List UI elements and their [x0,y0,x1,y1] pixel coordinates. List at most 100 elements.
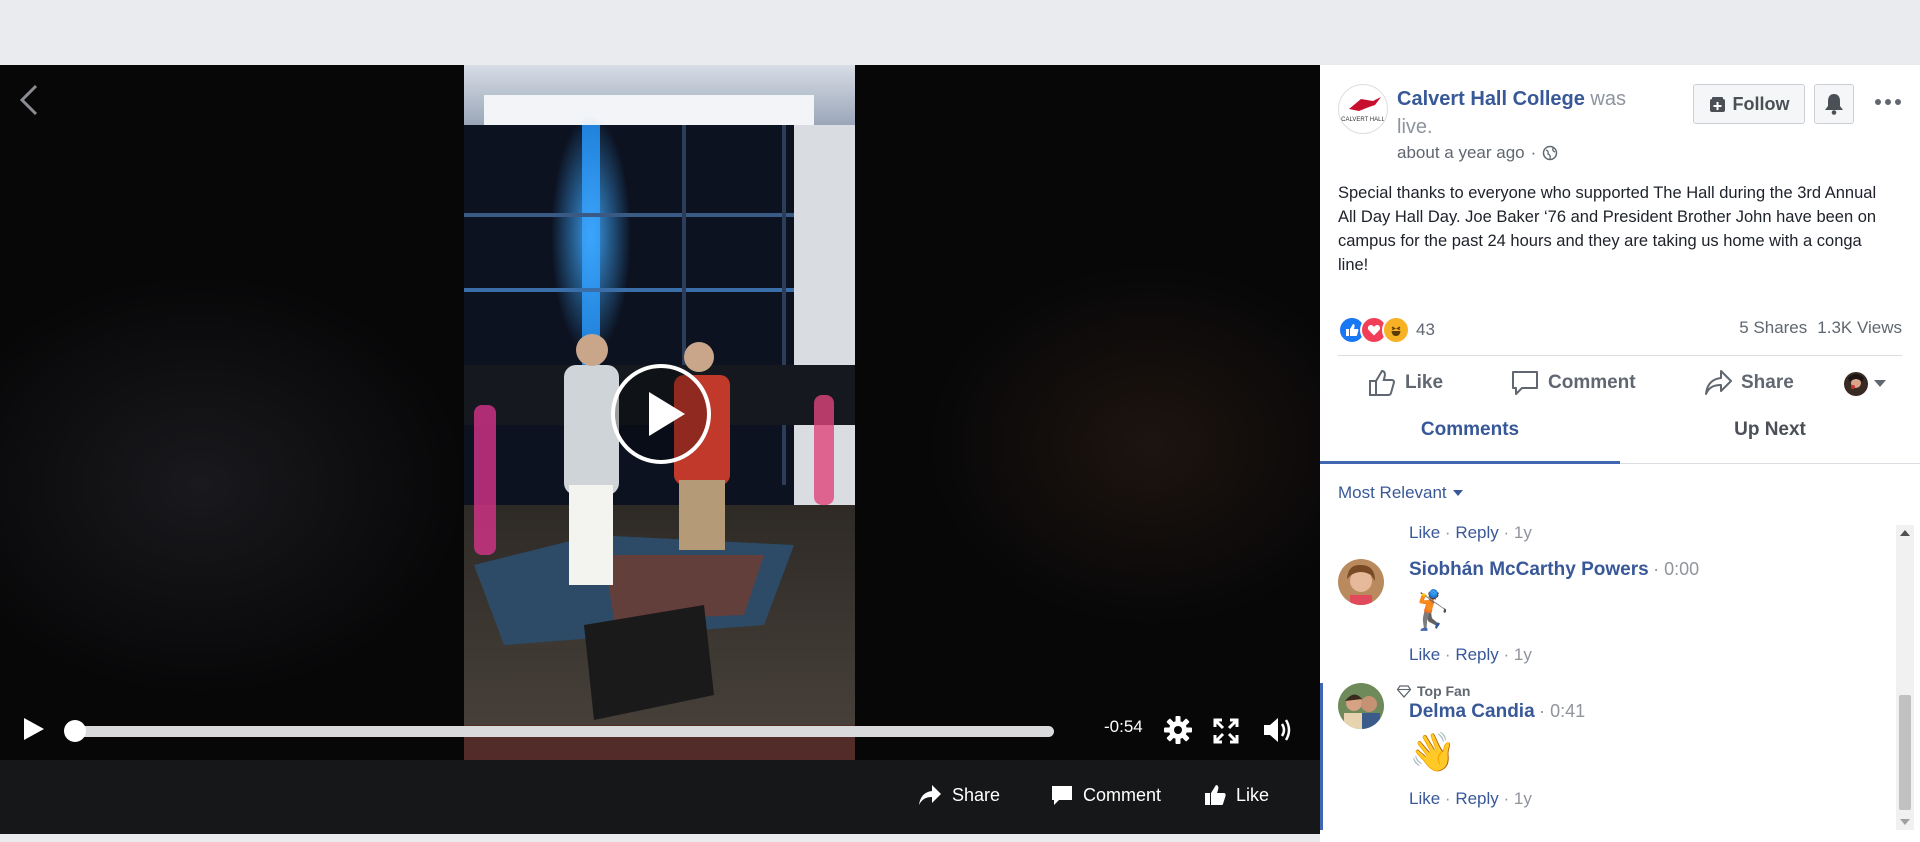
comment-like-link[interactable]: Like [1409,523,1440,542]
like-button[interactable]: Like [1368,369,1443,397]
video-share-label: Share [952,784,1001,805]
separator: · [1444,645,1456,664]
video-footer: Share Comment Like [0,760,1320,834]
commenter-photo [1338,559,1384,605]
post-header: Calvert Hall College was live. [1397,85,1647,141]
new-comment-indicator [1320,683,1323,830]
timestamp-separator: · [1530,143,1537,162]
commenter-avatar[interactable] [1338,559,1384,605]
commenter-name[interactable]: Siobhán McCarthy Powers [1409,559,1649,580]
panel-tabs: Comments Up Next [1320,408,1920,464]
page-avatar[interactable]: CALVERT HALL [1338,84,1388,134]
commenter-photo [1338,683,1384,729]
scroll-down-arrow[interactable] [1900,819,1910,825]
video-controls: -0:54 [0,698,1320,748]
globe-icon[interactable] [1542,145,1558,161]
comment-bubble-icon [1052,786,1072,805]
comment-actions: Like · Reply · 1y [1409,789,1532,809]
share-button[interactable]: Share [1704,369,1794,397]
video-share-button[interactable]: Share [918,784,1000,806]
caret-down-icon [1874,380,1886,387]
page-name-link[interactable]: Calvert Hall College [1397,88,1585,110]
follow-plus-icon [1709,96,1725,112]
comment-sort-dropdown[interactable]: Most Relevant [1338,483,1463,503]
comment-like-link[interactable]: Like [1409,789,1440,808]
video-comment-button[interactable]: Comment [1051,784,1161,806]
diamond-icon [1397,684,1411,698]
comment-age[interactable]: 1y [1514,523,1532,542]
video-comment-label: Comment [1083,784,1162,805]
comment-video-time[interactable]: 0:00 [1664,559,1699,579]
scroll-up-arrow[interactable] [1900,530,1910,536]
back-arrow-icon[interactable] [14,80,44,120]
post-stats: 5 Shares 1.3K Views [1739,318,1902,338]
reaction-count: 43 [1416,320,1435,339]
commenter-name[interactable]: Delma Candia [1409,701,1535,722]
svg-text:CALVERT HALL: CALVERT HALL [1341,117,1385,123]
follow-button[interactable]: Follow [1693,84,1805,124]
thumbs-up-icon [1205,785,1226,805]
views-count[interactable]: 1.3K Views [1817,318,1902,338]
comment-emoji: 👋 [1409,732,1457,774]
seek-bar[interactable] [64,720,1054,742]
scroll-thumb[interactable] [1899,695,1911,810]
comment-button[interactable]: Comment [1511,369,1636,397]
share-label: Share [1741,372,1794,393]
comment-actions: Like · Reply · 1y [1409,523,1532,543]
post-as-selector[interactable] [1844,372,1886,396]
comment-list: Like · Reply · 1y Siobhán McCarthy Power… [1320,517,1900,827]
like-label: Like [1405,372,1444,393]
more-options-icon[interactable] [1870,90,1906,114]
comment-actions: Like · Reply · 1y [1409,645,1532,665]
comment-reply-link[interactable]: Reply [1455,645,1498,664]
separator: · [1503,789,1514,808]
video-player[interactable]: -0:54 [0,65,1320,760]
play-overlay-icon[interactable] [609,362,713,466]
separator: · [1503,523,1514,542]
haha-reaction-icon [1382,316,1410,344]
bell-icon [1825,94,1843,115]
top-fan-label: Top Fan [1417,683,1471,699]
comment-header: Siobhán McCarthy Powers · 0:00 [1409,559,1699,581]
post-text: Special thanks to everyone who supported… [1338,184,1877,274]
comments-scrollbar[interactable] [1896,525,1914,830]
separator: · [1539,701,1551,721]
tab-comments[interactable]: Comments [1320,408,1620,464]
timestamp-text[interactable]: about a year ago [1397,143,1525,163]
sort-label: Most Relevant [1338,483,1447,502]
time-remaining: -0:54 [1104,717,1143,736]
top-fan-badge: Top Fan [1397,683,1470,699]
tab-up-next[interactable]: Up Next [1620,408,1920,463]
separator: · [1503,645,1514,664]
share-outline-icon [1705,370,1732,395]
comment-reply-link[interactable]: Reply [1455,789,1498,808]
separator: · [1444,523,1456,542]
post-panel: CALVERT HALL Calvert Hall College was li… [1320,65,1920,842]
thumbs-up-outline-icon [1369,369,1395,396]
video-like-label: Like [1236,784,1270,805]
comment-outline-icon [1512,371,1538,395]
post-actions: Like Comment Share [1320,363,1920,405]
video-like-button[interactable]: Like [1204,784,1269,806]
commenter-avatar[interactable] [1338,683,1384,729]
gear-icon[interactable] [1163,715,1193,745]
comment-like-link[interactable]: Like [1409,645,1440,664]
comment-age[interactable]: 1y [1514,789,1532,808]
separator: · [1444,789,1456,808]
fullscreen-icon[interactable] [1213,718,1239,744]
notifications-button[interactable] [1814,84,1854,124]
comment-emoji: 🏌 [1409,590,1457,632]
seek-handle[interactable] [64,720,86,742]
volume-icon[interactable] [1261,714,1293,746]
play-icon[interactable] [22,716,46,742]
comment-video-time[interactable]: 0:41 [1550,701,1585,721]
comment-reply-link[interactable]: Reply [1455,523,1498,542]
follow-label: Follow [1732,93,1790,114]
sort-caret-icon [1452,489,1463,496]
comment-age[interactable]: 1y [1514,645,1532,664]
shares-count[interactable]: 5 Shares [1739,318,1807,338]
reactions-summary[interactable]: 43 [1338,316,1435,344]
comment-header: Delma Candia · 0:41 [1409,701,1585,723]
comment-label: Comment [1548,372,1636,393]
post-timestamp: about a year ago · [1397,143,1558,163]
